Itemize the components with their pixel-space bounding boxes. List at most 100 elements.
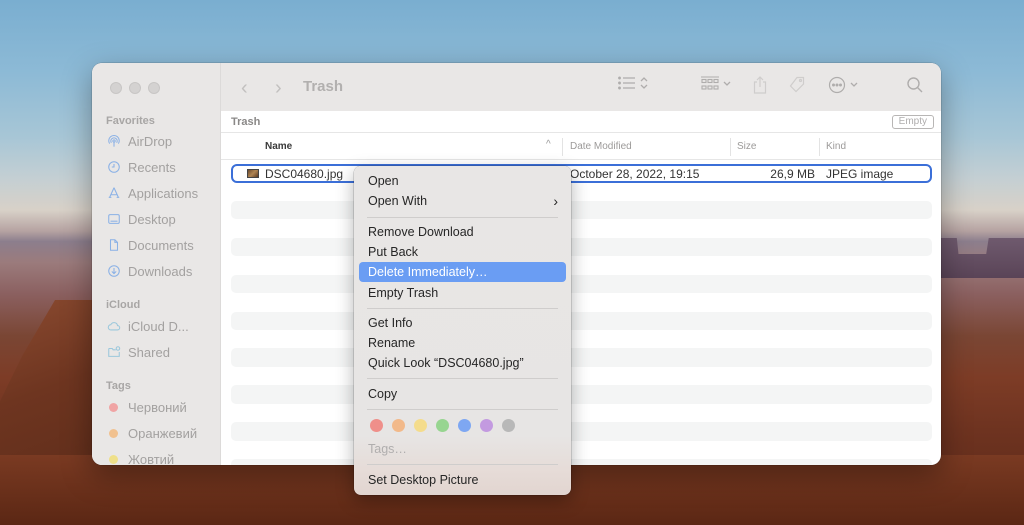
file-date-modified: October 28, 2022, 19:15 — [570, 167, 699, 181]
tag-dot-red-icon — [109, 403, 118, 412]
window-title: Trash — [303, 78, 343, 95]
minimize-button[interactable] — [129, 82, 141, 94]
sidebar-section-icloud: iCloud — [106, 299, 140, 311]
file-name: DSC04680.jpg — [265, 167, 343, 181]
menu-item-rename[interactable]: Rename — [359, 333, 566, 353]
tag-orange-button[interactable] — [392, 419, 405, 432]
more-icon — [828, 76, 846, 94]
list-view-button[interactable] — [618, 76, 649, 90]
sidebar-section-tags: Tags — [106, 380, 131, 392]
menu-item-quick-look[interactable]: Quick Look “DSC04680.jpg” — [359, 353, 566, 373]
sort-ascending-icon: ^ — [546, 139, 551, 150]
submenu-chevron-icon: › — [553, 191, 558, 211]
menu-item-open[interactable]: Open — [359, 171, 566, 191]
clock-icon — [106, 160, 121, 175]
sidebar-item-shared[interactable]: Shared — [106, 342, 170, 362]
sidebar-item-desktop[interactable]: Desktop — [106, 209, 176, 229]
search-button[interactable] — [906, 76, 924, 94]
menu-separator — [367, 464, 558, 465]
tag-green-button[interactable] — [436, 419, 449, 432]
airdrop-icon — [106, 134, 121, 149]
menu-item-delete-immediately[interactable]: Delete Immediately… — [359, 262, 566, 282]
table-row-empty — [231, 201, 932, 219]
path-label: Trash — [231, 116, 260, 128]
toolbar: ‹ › Trash — [221, 63, 941, 111]
sidebar-item-downloads[interactable]: Downloads — [106, 261, 192, 281]
context-menu: Open Open With › Remove Download Put Bac… — [354, 166, 571, 495]
column-divider[interactable] — [562, 138, 563, 156]
sidebar-item-recents[interactable]: Recents — [106, 157, 176, 177]
sidebar-item-label: Desktop — [128, 212, 176, 227]
group-button[interactable] — [701, 76, 732, 92]
column-kind[interactable]: Kind — [826, 141, 846, 152]
shared-folder-icon — [106, 345, 121, 360]
sidebar-item-label: iCloud D... — [128, 319, 189, 334]
menu-item-tags[interactable]: Tags… — [359, 439, 566, 459]
close-button[interactable] — [110, 82, 122, 94]
menu-item-empty-trash[interactable]: Empty Trash — [359, 283, 566, 303]
tag-purple-button[interactable] — [480, 419, 493, 432]
table-row-empty — [231, 422, 932, 440]
tag-color-row — [370, 419, 515, 432]
menu-item-get-info[interactable]: Get Info — [359, 313, 566, 333]
file-size: 26,9 MB — [733, 167, 815, 181]
table-row-empty — [231, 385, 932, 403]
download-icon — [106, 264, 121, 279]
menu-item-put-back[interactable]: Put Back — [359, 242, 566, 262]
group-icon — [701, 76, 719, 92]
zoom-button[interactable] — [148, 82, 160, 94]
menu-item-remove-download[interactable]: Remove Download — [359, 222, 566, 242]
sidebar-item-label: Recents — [128, 160, 176, 175]
tag-button[interactable] — [788, 76, 806, 94]
sidebar-tag-yellow[interactable]: Жовтий — [106, 449, 174, 465]
tag-gray-button[interactable] — [502, 419, 515, 432]
column-name[interactable]: Name — [265, 141, 292, 152]
sidebar-item-label: Documents — [128, 238, 194, 253]
file-row-selected[interactable]: DSC04680.jpg October 28, 2022, 19:15 26,… — [231, 164, 932, 183]
table-row-empty — [231, 275, 932, 293]
sidebar-tag-red[interactable]: Червоний — [106, 397, 187, 417]
chevron-down-icon — [849, 81, 859, 89]
more-actions-button[interactable] — [828, 76, 859, 94]
sidebar-item-label: Жовтий — [128, 452, 174, 466]
menu-item-open-with[interactable]: Open With › — [359, 191, 566, 211]
table-row-empty — [231, 238, 932, 256]
column-divider[interactable] — [819, 138, 820, 156]
sidebar-item-label: Downloads — [128, 264, 192, 279]
applications-icon — [106, 186, 121, 201]
tag-yellow-button[interactable] — [414, 419, 427, 432]
share-button[interactable] — [753, 76, 767, 94]
list-view-icon — [618, 76, 636, 90]
file-kind: JPEG image — [826, 167, 893, 181]
document-icon — [106, 238, 121, 253]
window-controls — [110, 82, 160, 94]
empty-trash-button[interactable]: Empty — [892, 115, 934, 129]
image-file-icon — [247, 169, 259, 178]
menu-item-copy[interactable]: Copy — [359, 384, 566, 404]
sidebar-item-label: Червоний — [128, 400, 187, 415]
column-header: Name ^ Date Modified Size Kind — [221, 134, 941, 160]
menu-item-set-desktop-picture[interactable]: Set Desktop Picture — [359, 470, 566, 490]
sidebar-item-documents[interactable]: Documents — [106, 235, 194, 255]
back-button[interactable]: ‹ — [241, 77, 248, 100]
column-divider[interactable] — [730, 138, 731, 156]
desktop-wallpaper-buttes — [940, 238, 1024, 278]
menu-separator — [367, 409, 558, 410]
sidebar-item-applications[interactable]: Applications — [106, 183, 198, 203]
sidebar-item-label: Applications — [128, 186, 198, 201]
forward-button[interactable]: › — [275, 77, 282, 100]
sidebar-item-icloud-drive[interactable]: iCloud D... — [106, 316, 189, 336]
chevron-down-icon — [722, 80, 732, 88]
sidebar-item-label: Shared — [128, 345, 170, 360]
sidebar: Favorites AirDrop Recents Applications D… — [92, 63, 221, 465]
sidebar-tag-orange[interactable]: Оранжевий — [106, 423, 197, 443]
tag-red-button[interactable] — [370, 419, 383, 432]
sidebar-item-label: AirDrop — [128, 134, 172, 149]
file-list — [231, 164, 932, 465]
column-size[interactable]: Size — [737, 141, 756, 152]
desktop-icon — [106, 212, 121, 227]
cloud-icon — [106, 319, 121, 334]
tag-blue-button[interactable] — [458, 419, 471, 432]
column-date-modified[interactable]: Date Modified — [570, 141, 632, 152]
sidebar-item-airdrop[interactable]: AirDrop — [106, 131, 172, 151]
